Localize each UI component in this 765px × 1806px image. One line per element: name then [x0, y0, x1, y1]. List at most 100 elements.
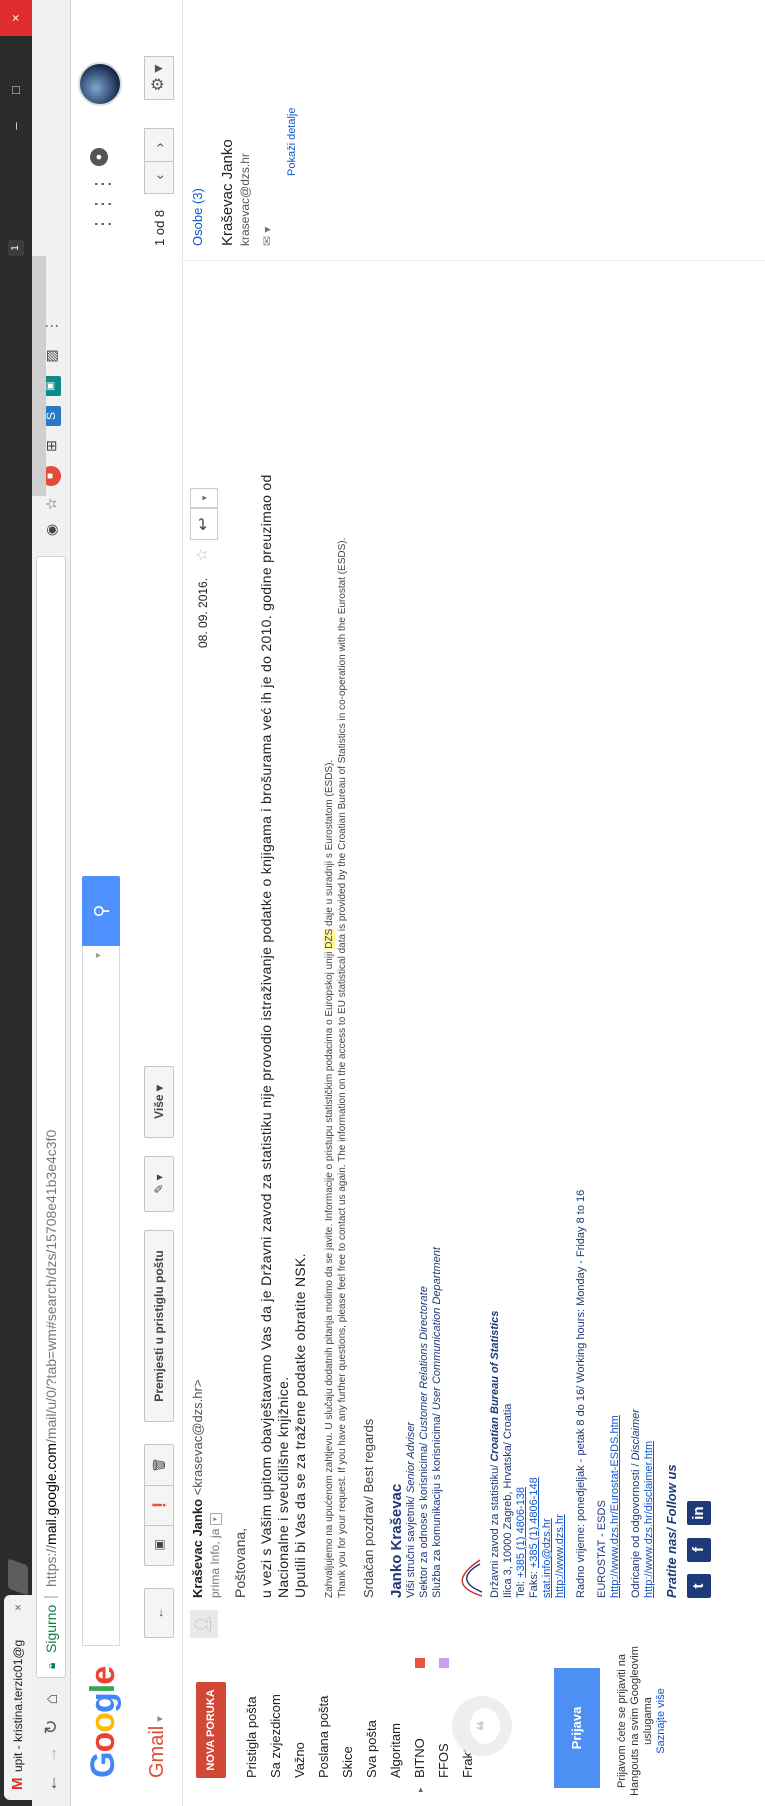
report-spam-button[interactable]: ❗	[144, 1484, 174, 1526]
eurostat-label: EUROSTAT - ESDS	[596, 1500, 608, 1598]
extension-icon[interactable]: ◉	[41, 520, 61, 540]
notifications-icon[interactable]: ●	[90, 148, 108, 166]
message-body: Poštovana, u vezi s Vašim upitom obavješ…	[232, 398, 711, 1598]
signature-title: Viši stručni savjetnik/ Senior Adviser	[405, 1421, 417, 1598]
facebook-icon[interactable]: f	[687, 1537, 711, 1562]
signature-sector: Sektor za odnose s korisnicima/ Customer…	[418, 1286, 430, 1598]
older-conversation-button[interactable]: ›	[144, 128, 174, 162]
compose-button[interactable]: NOVA PORUKA	[196, 1682, 226, 1778]
conversation-counter: 1 od 8	[152, 209, 167, 246]
nav-item-inbox[interactable]: Pristigla pošta	[240, 1646, 264, 1806]
disclaimer-label: Odricanje od odgovornosti / Disclaimer	[630, 1409, 642, 1598]
address: Ilica 3, 10000 Zagreb, Hrvatska/ Croatia	[502, 1403, 514, 1598]
linkedin-icon[interactable]: in	[687, 1501, 711, 1526]
nav-item-bitno[interactable]: ▸ BITNO	[408, 1646, 432, 1806]
back-to-list-button[interactable]: ←	[144, 1588, 174, 1638]
tab-close-icon[interactable]: ×	[4, 1604, 32, 1611]
fax: Faks: +385 (1) 4806-148	[528, 1477, 540, 1598]
url-separator: |	[42, 1595, 59, 1599]
reload-icon[interactable]: ↻	[38, 1714, 64, 1740]
search-input[interactable]: ▾	[82, 945, 120, 1646]
page-scrollbar[interactable]	[32, 256, 46, 496]
contact-mail-icon[interactable]: ✉ ▾	[260, 6, 274, 246]
nav-item-drafts[interactable]: Skice	[336, 1646, 360, 1806]
reply-button[interactable]: ↩	[190, 508, 218, 540]
nav-item-algoritam[interactable]: Algoritam	[384, 1646, 408, 1806]
gmail-menu[interactable]: Gmail▾	[146, 1716, 169, 1778]
signature-name: Janko Kraševac	[388, 1483, 405, 1598]
search-options-chevron-icon[interactable]: ▾	[93, 953, 104, 958]
lock-icon: 🔒︎	[44, 1662, 58, 1669]
back-arrow-icon[interactable]: ←	[38, 1770, 64, 1796]
window-close-button[interactable]: ×	[0, 0, 32, 36]
working-hours: Radno vrijeme: ponedjeljak - petak 8 do …	[575, 1189, 587, 1598]
organization: Državni zavod za statistiku/ Croatian Bu…	[489, 1310, 501, 1598]
labels-button[interactable]: ✎ ▾	[144, 1156, 174, 1212]
google-logo: Google	[84, 1666, 122, 1778]
fine-print: Zahvaljujemo na upućenom zahtjevu. U slu…	[324, 759, 335, 1598]
web-link[interactable]: http://www.dzs.hr	[554, 398, 567, 1598]
apps-grid-icon[interactable]: ⋮⋮⋮	[90, 174, 115, 234]
rotated-screen: M upit - kristina.terzic01@g × 1 – □ × ←…	[0, 0, 765, 1806]
body-paragraph: Uputili bi Vas da se za tražene podatke …	[292, 1253, 308, 1598]
twitter-icon[interactable]: t	[687, 1574, 711, 1598]
search-button[interactable]: ⚲	[82, 876, 120, 946]
gmail-header: Google ▾ ⚲ ⋮⋮⋮ ●	[70, 0, 134, 1806]
signature-service: Služba za komunikaciju s korisnicima/ Us…	[431, 1247, 443, 1598]
sender-email: <krasevac@dzs.hr>	[190, 1379, 205, 1496]
recipients-line: prima Info, ja ▾	[208, 1513, 222, 1598]
fine-print-en: Thank you for your request. If you have …	[337, 537, 348, 1598]
delete-button[interactable]: 🗑	[144, 1444, 174, 1486]
regards: Srdačan pozdrav/ Best regards	[361, 1418, 376, 1598]
settings-gear-icon[interactable]: ⚙ ▾	[144, 56, 174, 100]
body-paragraph: u vezi s Vašim upitom obavještavamo Vas …	[258, 474, 291, 1598]
address-bar[interactable]: 🔒︎ Sigurno | https://mail.google.com/mai…	[36, 556, 66, 1678]
maximize-button[interactable]: □	[0, 72, 32, 108]
follow-us: Pratite nas/ Follow us	[664, 1464, 679, 1598]
learn-more-link[interactable]: Saznajte više	[655, 1646, 668, 1796]
people-title[interactable]: Osobe (3)	[190, 6, 205, 246]
minimize-button[interactable]: –	[0, 108, 32, 144]
nav-item-all-mail[interactable]: Sva pošta	[360, 1646, 384, 1806]
tab-title: upit - kristina.terzic01@g	[11, 1639, 25, 1772]
disclaimer-link[interactable]: http://www.dzs.hr/disclaimer.htm	[643, 398, 656, 1598]
gmail-action-bar: Gmail▾ ← ▣ ❗ 🗑 Premjesti u pristiglu poš…	[134, 0, 183, 1806]
archive-button[interactable]: ▣	[144, 1524, 174, 1566]
hangouts-quote-icon: ❝	[452, 1696, 512, 1756]
label-color-swatch	[415, 1658, 425, 1668]
nav-item-sent[interactable]: Poslana pošta	[312, 1646, 336, 1806]
show-details-link[interactable]: Pokaži detalje	[286, 6, 298, 177]
contact-name: Kraševac Janko	[219, 139, 236, 246]
telephone: Tel: +385 (1) 4806-138	[515, 1486, 527, 1598]
url-text: https://mail.google.com/mail/u/0/?tab=wm…	[43, 1129, 59, 1587]
expand-arrow-icon[interactable]: ▸	[408, 1787, 432, 1792]
email-link[interactable]: stat.info@dzs.hr	[541, 398, 554, 1598]
more-button[interactable]: Više ▾	[144, 1066, 174, 1138]
sender-avatar-icon: 👤︎	[190, 1610, 218, 1638]
eurostat-link[interactable]: http://www.dzs.hr/Eurostat-ESDS.htm	[609, 398, 622, 1598]
secure-label: Sigurno	[43, 1604, 59, 1653]
nav-item-important[interactable]: Važno	[288, 1646, 312, 1806]
browser-tab[interactable]: M upit - kristina.terzic01@g ×	[4, 1595, 32, 1800]
move-to-inbox-button[interactable]: Premjesti u pristiglu poštu	[144, 1230, 174, 1422]
message-date: 08. 09. 2016.	[196, 577, 210, 648]
message-more-chevron-icon[interactable]: ▾	[190, 488, 218, 508]
bookmark-star-icon[interactable]: ☆	[41, 494, 61, 514]
star-icon[interactable]: ☆	[192, 548, 212, 562]
chevron-down-icon: ▾	[154, 1716, 166, 1722]
newer-conversation-button[interactable]: ‹	[144, 160, 174, 194]
hangouts-signin-button[interactable]: Prijava	[554, 1668, 600, 1788]
greeting: Poštovana,	[232, 1527, 248, 1598]
contact-email: krasevac@dzs.hr	[238, 153, 252, 246]
new-tab-button[interactable]	[8, 1558, 28, 1596]
forward-arrow-icon[interactable]: →	[38, 1742, 64, 1768]
show-details-chevron-icon[interactable]: ▾	[209, 1513, 222, 1526]
nav-item-starred[interactable]: Sa zvjezdicom	[264, 1646, 288, 1806]
sender-name[interactable]: Kraševac Janko	[190, 1499, 205, 1598]
home-icon[interactable]: ⌂	[38, 1686, 64, 1712]
label-color-swatch	[439, 1658, 449, 1668]
dzs-logo-icon	[461, 1559, 483, 1597]
profile-badge[interactable]: 1	[8, 240, 24, 256]
browser-toolbar: ← → ↻ ⌂ 🔒︎ Sigurno | https://mail.google…	[32, 0, 71, 1806]
avatar[interactable]	[78, 62, 122, 106]
